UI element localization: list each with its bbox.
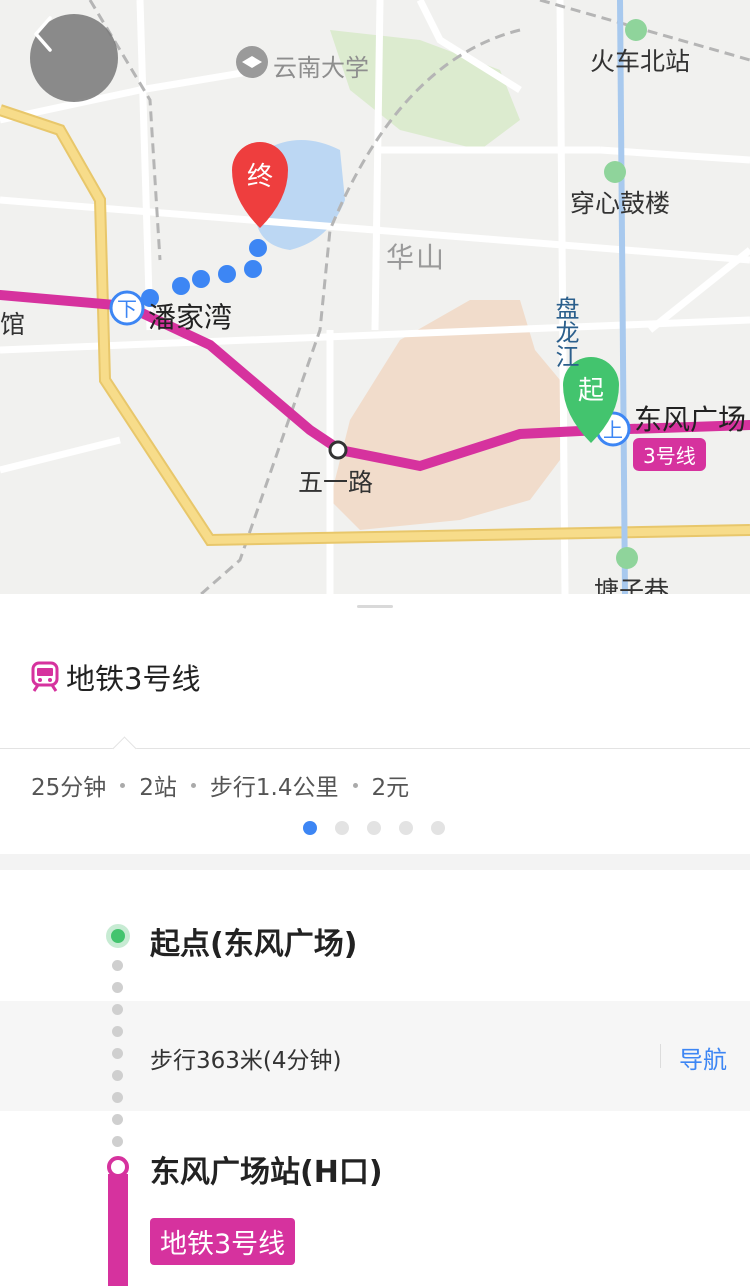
- route-pager[interactable]: [303, 821, 445, 835]
- separator-dot: [190, 782, 196, 788]
- chevron-left-icon: [34, 16, 52, 52]
- start-marker-label: 起: [577, 376, 604, 406]
- boarding-station-label: 东风广场站(H口): [150, 1155, 383, 1190]
- pager-dot-active[interactable]: [303, 821, 317, 835]
- map-label-huoche-beizhan: 火车北站: [590, 47, 691, 76]
- back-button[interactable]: [30, 14, 118, 102]
- summary-stops: 2站: [139, 775, 177, 801]
- route-title-text: 地铁3号线: [66, 662, 201, 696]
- summary-walk: 步行1.4公里: [209, 775, 339, 801]
- end-marker-label: 终: [246, 162, 273, 192]
- pager-dot[interactable]: [367, 821, 381, 835]
- pager-dot[interactable]: [431, 821, 445, 835]
- map-label-chuanxin-gulou: 穿心鼓楼: [570, 189, 671, 218]
- map-canvas: 下 上: [0, 0, 750, 595]
- map-label-yunnan-university: 云南大学: [273, 54, 369, 82]
- map-view[interactable]: 下 上 终 起 云南大学 火车北站 穿心鼓楼 华山 潘家湾 五一路 东风广场 盘…: [0, 0, 750, 595]
- summary-time: 25分钟: [31, 775, 107, 801]
- separator-dot: [120, 782, 126, 788]
- section-gap: [0, 854, 750, 870]
- metro-line-bar: [108, 1174, 128, 1286]
- map-label-tangzi-xiang: 塘子巷: [594, 576, 670, 595]
- map-label-edge-guan: 馆: [0, 310, 26, 339]
- alight-marker-text: 下: [117, 297, 137, 321]
- summary-fare: 2元: [371, 775, 410, 801]
- origin-label: 起点(东风广场): [150, 927, 358, 962]
- map-label-huashan: 华山: [386, 241, 447, 274]
- walk-step-text: 步行363米(4分钟): [150, 1048, 342, 1074]
- map-label-dongfeng-guangchang: 东风广场: [634, 403, 747, 436]
- pager-dot[interactable]: [335, 821, 349, 835]
- tab-notch: [112, 736, 137, 761]
- route-detail-sheet[interactable]: 地铁3号线 25分钟 2站 步行1.4公里 2元 起点(东风广场) 步行363米…: [0, 594, 750, 1286]
- route-summary: 25分钟 2站 步行1.4公里 2元: [31, 768, 409, 802]
- navigate-button[interactable]: 导航: [679, 1040, 727, 1075]
- separator-dot: [352, 782, 358, 788]
- sheet-drag-handle[interactable]: [357, 605, 393, 608]
- pager-dot[interactable]: [399, 821, 413, 835]
- metro-icon: [31, 661, 59, 692]
- map-label-panjiawan: 潘家湾: [148, 301, 233, 334]
- origin-dot-icon: [106, 924, 130, 948]
- map-line-badge: 3号线: [633, 438, 706, 471]
- map-label-wuyilu: 五一路: [298, 468, 374, 497]
- metro-line-tag[interactable]: 地铁3号线: [150, 1218, 296, 1265]
- route-title[interactable]: 地铁3号线: [30, 656, 200, 698]
- nav-separator: [660, 1044, 661, 1068]
- map-label-panlong-jiang: 盘龙江: [551, 296, 579, 368]
